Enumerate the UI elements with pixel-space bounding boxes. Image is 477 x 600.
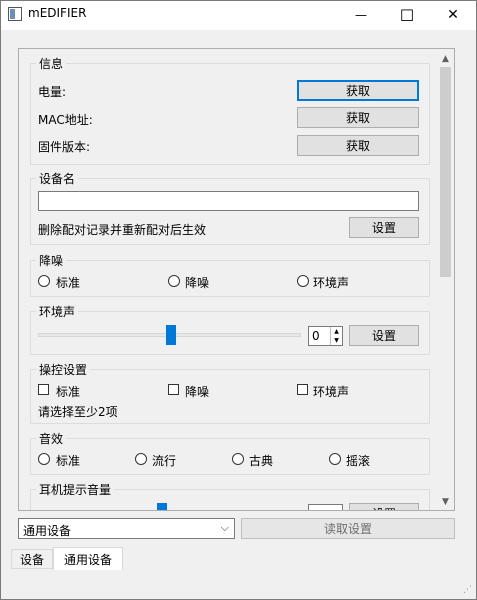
scroll-up-arrow-icon[interactable]: ▲ (437, 50, 454, 67)
maximize-icon: ☐ (399, 5, 415, 25)
sound-pop-label: 流行 (152, 454, 177, 468)
sound-classical-label: 古典 (249, 454, 274, 468)
get-battery-button[interactable]: 获取 (297, 80, 419, 101)
ambient-spinbox[interactable]: 0 ▲ ▼ (308, 326, 343, 346)
noise-standard-radio[interactable] (38, 275, 50, 287)
resize-grip-icon[interactable]: ⋰ (463, 585, 474, 596)
control-title: 操控设置 (36, 361, 91, 378)
noise-cancel-radio[interactable] (168, 275, 180, 287)
control-ambient-label: 环境声 (313, 385, 350, 399)
close-button[interactable]: ✕ (430, 1, 476, 29)
minimize-button[interactable]: — (338, 1, 384, 29)
read-settings-button[interactable]: 读取设置 (241, 518, 455, 539)
set-device-name-button[interactable]: 设置 (349, 217, 419, 238)
get-mac-button[interactable]: 获取 (297, 107, 419, 128)
noise-ambient-label: 环境声 (313, 276, 350, 290)
control-ambient-checkbox[interactable] (297, 384, 308, 395)
sound-standard-radio[interactable] (38, 453, 50, 465)
device-type-combo-value: 通用设备 (23, 524, 72, 538)
set-prompt-volume-button[interactable]: 设置 (349, 503, 419, 510)
scrollbar-thumb[interactable] (440, 67, 451, 277)
ambient-title: 环境声 (36, 303, 79, 320)
sound-pop-radio[interactable] (135, 453, 147, 465)
device-name-hint: 删除配对记录并重新配对后生效 (38, 223, 207, 237)
tab-device[interactable]: 设备 (11, 549, 53, 569)
prompt-volume-title: 耳机提示音量 (36, 481, 115, 498)
info-group-title: 信息 (36, 55, 67, 72)
sound-classical-radio[interactable] (232, 453, 244, 465)
noise-standard-label: 标准 (56, 276, 81, 290)
get-firmware-button[interactable]: 获取 (297, 135, 419, 156)
ambient-slider-thumb[interactable] (166, 325, 176, 345)
sound-rock-radio[interactable] (329, 453, 341, 465)
ambient-spin-value: 0 (312, 329, 320, 343)
prompt-volume-spinbox[interactable] (308, 504, 343, 510)
sound-title: 音效 (36, 430, 67, 447)
control-hint: 请选择至少2项 (38, 405, 118, 419)
noise-ambient-radio[interactable] (297, 275, 309, 287)
prompt-volume-slider-thumb[interactable] (157, 503, 167, 510)
close-icon: ✕ (447, 7, 459, 23)
chevron-down-icon: ⌵ (220, 521, 229, 534)
scroll-content: 信息 电量: 获取 MAC地址: 获取 固件版本: 获取 设备名 删除配对记录并… (19, 49, 437, 510)
noise-title: 降噪 (36, 252, 67, 269)
device-name-input[interactable] (38, 191, 419, 211)
control-standard-label: 标准 (56, 385, 81, 399)
window-title: mEDIFIER (28, 6, 87, 20)
app-icon (8, 7, 22, 21)
noise-group (30, 260, 430, 297)
mac-label: MAC地址: (38, 113, 93, 127)
control-cancel-checkbox[interactable] (168, 384, 179, 395)
spin-down-icon[interactable]: ▼ (330, 336, 342, 345)
maximize-button[interactable]: ☐ (384, 1, 430, 29)
firmware-label: 固件版本: (38, 140, 91, 154)
device-type-combo[interactable]: 通用设备 ⌵ (18, 518, 235, 539)
tab-general-device[interactable]: 通用设备 (53, 547, 123, 570)
control-cancel-label: 降噪 (185, 385, 210, 399)
set-ambient-button[interactable]: 设置 (349, 325, 419, 346)
battery-label: 电量: (38, 85, 67, 99)
scroll-down-arrow-icon[interactable]: ▼ (437, 493, 454, 510)
sound-standard-label: 标准 (56, 454, 81, 468)
minimize-icon: — (355, 8, 367, 22)
spin-up-icon[interactable]: ▲ (330, 327, 342, 336)
device-name-title: 设备名 (36, 170, 79, 187)
control-standard-checkbox[interactable] (38, 384, 49, 395)
sound-rock-label: 摇滚 (346, 454, 371, 468)
noise-cancel-label: 降噪 (185, 276, 210, 290)
